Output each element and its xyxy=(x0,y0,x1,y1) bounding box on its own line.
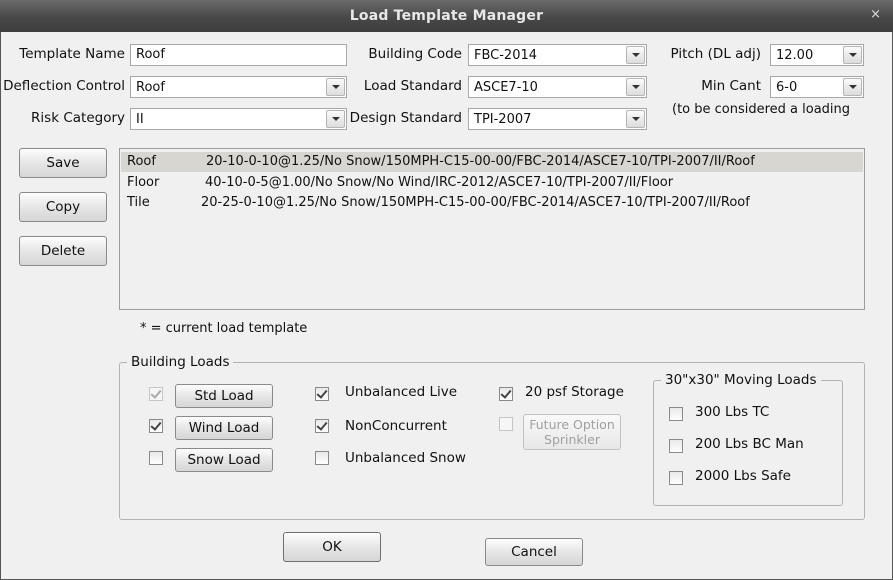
template-name: Roof xyxy=(127,154,156,169)
wind-load-checkbox[interactable] xyxy=(149,419,163,433)
moving-load-200-bc-checkbox[interactable] xyxy=(669,439,683,453)
check-icon xyxy=(500,387,512,399)
unbalanced-snow-checkbox[interactable] xyxy=(315,451,329,465)
storage-checkbox[interactable] xyxy=(499,387,513,401)
deflection-control-label: Deflection Control xyxy=(3,78,125,94)
building-code-value: FBC-2014 xyxy=(474,48,538,63)
title-bar: Load Template Manager × xyxy=(0,0,893,32)
std-load-button[interactable]: Std Load xyxy=(175,384,273,408)
list-item[interactable]: Tile 20-25-0-10@1.25/No Snow/150MPH-C15-… xyxy=(121,193,863,213)
template-name-label: Template Name xyxy=(19,46,125,62)
check-icon xyxy=(150,387,162,399)
chevron-down-icon[interactable] xyxy=(626,46,645,64)
building-code-label: Building Code xyxy=(368,46,462,62)
unbalanced-live-checkbox[interactable] xyxy=(315,387,329,401)
risk-category-value: II xyxy=(136,112,144,127)
pitch-label: Pitch (DL adj) xyxy=(670,46,762,62)
chevron-down-icon[interactable] xyxy=(626,78,645,96)
pitch-select[interactable]: 12.00 xyxy=(770,44,864,66)
delete-button[interactable]: Delete xyxy=(19,236,107,266)
template-name-input[interactable]: Roof xyxy=(130,44,347,66)
check-icon xyxy=(150,419,162,431)
unbalanced-live-label: Unbalanced Live xyxy=(345,384,458,400)
design-standard-select[interactable]: TPI-2007 xyxy=(468,108,647,130)
template-description: 40-10-0-5@1.00/No Snow/No Wind/IRC-2012/… xyxy=(205,175,674,190)
nonconcurrent-label: NonConcurrent xyxy=(345,418,447,434)
building-loads-title: Building Loads xyxy=(127,354,234,370)
design-standard-value: TPI-2007 xyxy=(474,112,532,127)
load-standard-label: Load Standard xyxy=(363,78,462,94)
snow-load-checkbox[interactable] xyxy=(149,451,163,465)
pitch-value: 12.00 xyxy=(776,48,814,63)
risk-category-label: Risk Category xyxy=(31,110,125,126)
moving-load-300-tc-label: 300 Lbs TC xyxy=(695,404,770,420)
list-item[interactable]: Roof 20-10-0-10@1.25/No Snow/150MPH-C15-… xyxy=(121,152,863,172)
building-code-select[interactable]: FBC-2014 xyxy=(468,44,647,66)
future-option-line1: Future Option xyxy=(529,417,615,432)
min-cant-label: Min Cant xyxy=(701,78,761,94)
min-cant-select[interactable]: 6-0 xyxy=(770,76,864,98)
deflection-control-select[interactable]: Roof xyxy=(130,76,347,98)
chevron-down-icon[interactable] xyxy=(626,110,645,128)
min-cant-note: (to be considered a loading xyxy=(672,102,851,117)
current-template-note: * = current load template xyxy=(140,321,308,336)
template-name: Floor xyxy=(127,175,160,190)
load-standard-select[interactable]: ASCE7-10 xyxy=(468,76,647,98)
future-option-sprinkler-button: Future Option Sprinkler xyxy=(523,414,621,450)
deflection-control-value: Roof xyxy=(136,80,165,95)
std-load-checkbox xyxy=(149,387,163,401)
close-icon[interactable]: × xyxy=(870,7,881,22)
cancel-button[interactable]: Cancel xyxy=(485,538,583,566)
future-option-line2: Sprinkler xyxy=(544,432,600,447)
storage-label: 20 psf Storage xyxy=(525,384,624,400)
moving-load-2000-safe-checkbox[interactable] xyxy=(669,471,683,485)
window-title: Load Template Manager xyxy=(349,8,544,24)
moving-loads-title: 30"x30" Moving Loads xyxy=(661,372,821,388)
chevron-down-icon[interactable] xyxy=(843,46,862,64)
moving-load-300-tc-checkbox[interactable] xyxy=(669,407,683,421)
dialog-body: Template Name Roof Deflection Control Ro… xyxy=(0,32,893,580)
copy-button[interactable]: Copy xyxy=(19,192,107,222)
risk-category-select[interactable]: II xyxy=(130,108,347,130)
min-cant-value: 6-0 xyxy=(776,80,798,95)
load-standard-value: ASCE7-10 xyxy=(474,80,538,95)
chevron-down-icon[interactable] xyxy=(843,78,862,96)
template-description: 20-10-0-10@1.25/No Snow/150MPH-C15-00-00… xyxy=(206,154,755,169)
template-name: Tile xyxy=(127,195,150,210)
moving-load-2000-safe-label: 2000 Lbs Safe xyxy=(695,468,791,484)
save-button[interactable]: Save xyxy=(19,148,107,178)
snow-load-button[interactable]: Snow Load xyxy=(175,448,273,472)
list-item[interactable]: Floor 40-10-0-5@1.00/No Snow/No Wind/IRC… xyxy=(121,173,863,193)
moving-load-200-bc-label: 200 Lbs BC Man xyxy=(695,436,804,452)
future-option-checkbox xyxy=(499,417,513,431)
wind-load-button[interactable]: Wind Load xyxy=(175,416,273,440)
unbalanced-snow-label: Unbalanced Snow xyxy=(345,450,466,466)
check-icon xyxy=(316,419,328,431)
ok-button[interactable]: OK xyxy=(283,532,381,562)
template-description: 20-25-0-10@1.25/No Snow/150MPH-C15-00-00… xyxy=(201,195,750,210)
check-icon xyxy=(316,387,328,399)
design-standard-label: Design Standard xyxy=(349,110,462,126)
nonconcurrent-checkbox[interactable] xyxy=(315,419,329,433)
template-list[interactable]: Roof 20-10-0-10@1.25/No Snow/150MPH-C15-… xyxy=(119,148,865,310)
